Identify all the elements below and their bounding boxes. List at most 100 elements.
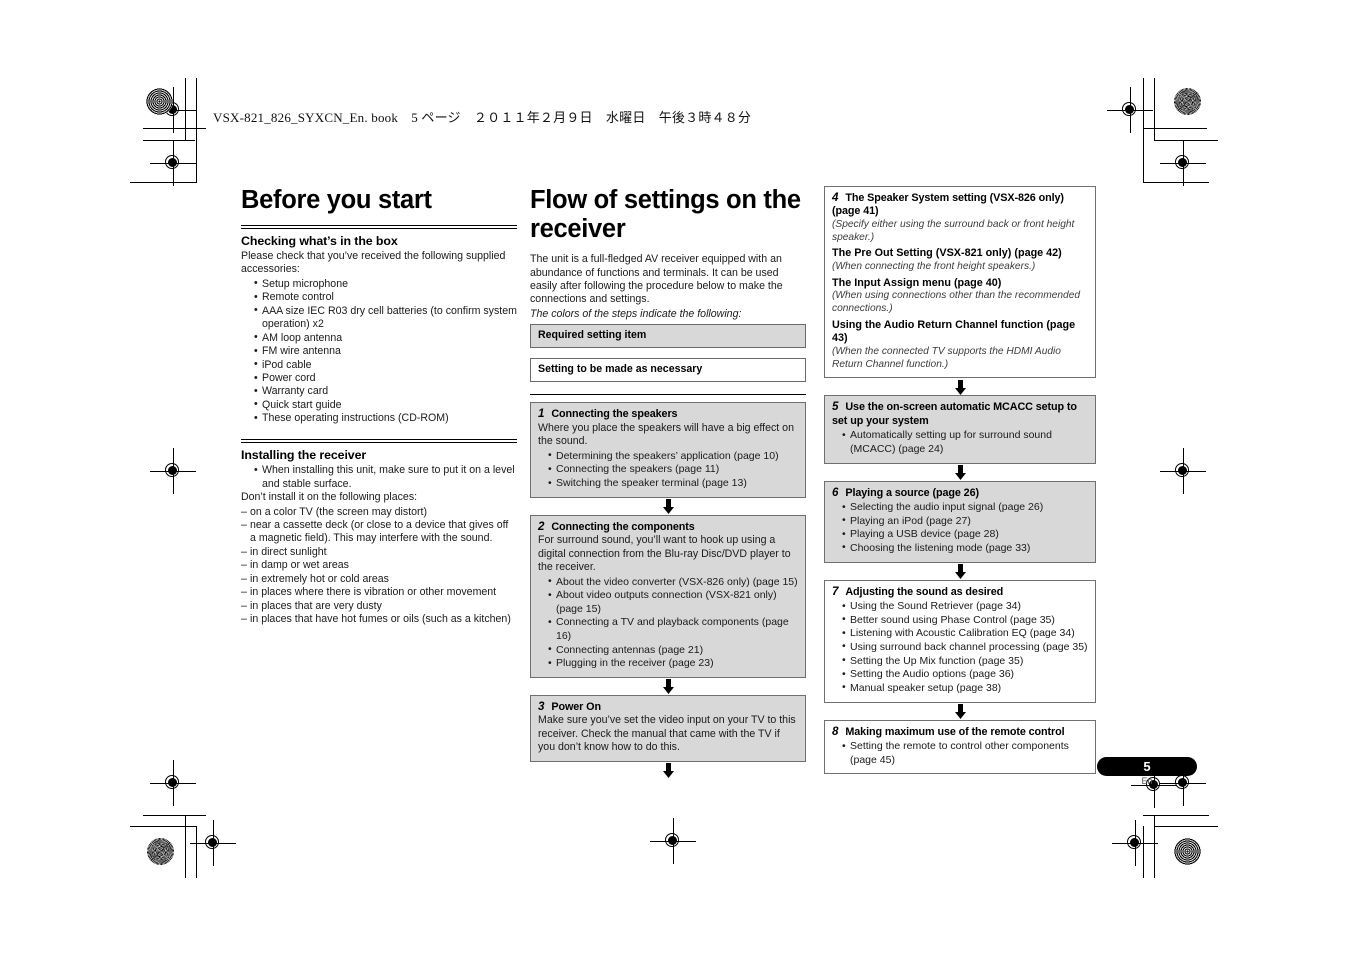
list-item: Playing an iPod (page 27)	[842, 514, 1088, 529]
list-item: in direct sunlight	[241, 546, 517, 560]
list-item: Manual speaker setup (page 38)	[842, 681, 1088, 696]
step-4-sub-1-heading: The Pre Out Setting (VSX-821 only) (page…	[832, 247, 1062, 260]
step-8-list: Setting the remote to control other comp…	[832, 740, 1088, 767]
step-number: 1	[538, 407, 545, 421]
step-box-3: 3 Power On Make sure you’ve set the video…	[530, 695, 806, 762]
list-item: FM wire antenna	[254, 345, 517, 359]
list-item: in extremely hot or cold areas	[241, 573, 517, 587]
step-1-heading: 1 Connecting the speakers	[538, 407, 798, 421]
step-number: 8	[832, 724, 839, 738]
list-item: Automatically setting up for surround so…	[842, 429, 1088, 456]
list-item: Using surround back channel processing (…	[842, 640, 1088, 655]
list-item: These operating instructions (CD-ROM)	[254, 412, 517, 426]
step-2-heading: 2 Connecting the components	[538, 520, 798, 534]
step-title: The Speaker System setting (VSX-826 only…	[832, 192, 1064, 218]
step-box-2: 2 Connecting the components For surround …	[530, 514, 806, 678]
list-item: Using the Sound Retriever (page 34)	[842, 600, 1088, 614]
list-item: Determining the speakers’ application (p…	[548, 449, 798, 464]
list-item: Setting the remote to control other comp…	[842, 740, 1088, 767]
step-6-heading: 6 Playing a source (page 26)	[832, 486, 1088, 500]
list-item: Connecting antennas (page 21)	[548, 643, 798, 658]
list-item: Setting the Up Mix function (page 35)	[842, 654, 1088, 669]
step-title: Playing a source (page 26)	[845, 486, 979, 499]
list-item: Remote control	[254, 291, 517, 305]
page-language-label: En	[1141, 776, 1153, 786]
section-divider	[241, 224, 517, 229]
step-3-text: Make sure you’ve set the video input on …	[538, 714, 796, 754]
step-4-sub-3-note: (When the connected TV supports the HDMI…	[832, 345, 1061, 370]
list-item: About video outputs connection (VSX-821 …	[548, 589, 798, 616]
step-box-5: 5 Use the on-screen automatic MCACC setup…	[824, 395, 1096, 464]
list-item: AM loop antenna	[254, 331, 517, 345]
list-item: Better sound using Phase Control (page 3…	[842, 613, 1088, 628]
step-3-heading: 3 Power On	[538, 700, 798, 714]
heading-checking-box: Checking what’s in the box	[241, 233, 398, 248]
legend-optional-setting: Setting to be made as necessary	[530, 358, 806, 383]
list-item: Switching the speaker terminal (page 13)	[548, 477, 798, 491]
step-4-heading: 4 The Speaker System setting (VSX-826 onl…	[832, 191, 1088, 219]
legend-intro: The colors of the steps indicate the fol…	[530, 307, 742, 320]
flow-arrow-down-icon	[824, 464, 1096, 481]
step-number: 4	[832, 191, 839, 204]
list-item: on a color TV (the screen may distort)	[241, 506, 517, 520]
step-2-text: For surround sound, you’ll want to hook …	[538, 534, 791, 574]
step-title: Making maximum use of the remote control	[845, 725, 1065, 738]
checking-box-intro: Please check that you’ve received the fo…	[241, 249, 506, 276]
step-number: 6	[832, 485, 839, 499]
step-box-6: 6 Playing a source (page 26) Selecting th…	[824, 480, 1096, 563]
step-number: 2	[538, 519, 545, 533]
middle-column: Flow of settings on the receiver The uni…	[530, 186, 806, 779]
list-item: About the video converter (VSX-826 only)…	[548, 575, 798, 590]
flow-arrow-down-icon	[530, 498, 806, 515]
step-4-note: (Specify either using the surround back …	[832, 218, 1075, 243]
list-item: AAA size IEC R03 dry cell batteries (to …	[254, 304, 517, 332]
step-box-7: 7 Adjusting the sound as desired Using th…	[824, 579, 1096, 703]
step-title: Connecting the components	[551, 520, 695, 533]
heading-installing-receiver: Installing the receiver	[241, 448, 367, 463]
step-number: 7	[832, 584, 839, 598]
step-1-list: Determining the speakers’ application (p…	[538, 449, 798, 491]
list-item: Warranty card	[254, 385, 517, 399]
flow-arrow-down-icon	[824, 703, 1096, 720]
flow-arrow-down-icon	[824, 563, 1096, 580]
list-item: Plugging in the receiver (page 23)	[548, 657, 798, 671]
step-2-list: About the video converter (VSX-826 only)…	[538, 575, 798, 671]
list-item: in places where there is vibration or ot…	[241, 586, 517, 600]
right-column: 4 The Speaker System setting (VSX-826 onl…	[824, 186, 1096, 775]
step-1-text: Where you place the speakers will have a…	[538, 421, 794, 448]
step-7-list: Using the Sound Retriever (page 34) Bett…	[832, 600, 1088, 695]
step-4-sub-1-note: (When connecting the front height speake…	[832, 260, 1036, 272]
step-4-sub-3-heading: Using the Audio Return Channel function …	[832, 318, 1076, 345]
step-box-1: 1 Connecting the speakers Where you place…	[530, 402, 806, 498]
flow-arrow-down-icon	[530, 762, 806, 779]
step-5-heading: 5 Use the on-screen automatic MCACC setup…	[832, 400, 1088, 428]
checking-box-list: Setup microphone Remote control AAA size…	[241, 277, 517, 426]
step-4-sub-2-note: (When using connections other than the r…	[832, 290, 1081, 314]
installing-bullet-list: When installing this unit, make sure to …	[241, 464, 517, 491]
step-title: Connecting the speakers	[551, 408, 678, 421]
installing-avoid-list: on a color TV (the screen may distort) n…	[241, 506, 517, 628]
flow-intro: The unit is a full-fledged AV receiver e…	[530, 253, 783, 306]
page-title-flow-of-settings: Flow of settings on the receiver	[530, 186, 801, 243]
step-title: Power On	[551, 701, 601, 713]
list-item: Quick start guide	[254, 398, 517, 412]
list-item: Connecting the speakers (page 11)	[548, 463, 798, 477]
flow-arrow-down-icon	[530, 678, 806, 695]
legend-required-setting: Required setting item	[530, 324, 806, 349]
section-divider	[241, 438, 517, 444]
step-number: 3	[538, 700, 545, 713]
installing-intro: Don’t install it on the following places…	[241, 491, 418, 504]
flow-arrow-down-icon	[824, 378, 1096, 395]
step-title: Adjusting the sound as desired	[845, 585, 1004, 598]
list-item: Selecting the audio input signal (page 2…	[842, 501, 1088, 515]
page-content: Before you start Checking what’s in the …	[0, 0, 1350, 954]
list-item: near a cassette deck (or close to a devi…	[241, 519, 517, 546]
step-7-heading: 7 Adjusting the sound as desired	[832, 585, 1088, 599]
list-item: Setup microphone	[254, 277, 517, 291]
step-box-8: 8 Making maximum use of the remote contro…	[824, 719, 1096, 775]
list-item: When installing this unit, make sure to …	[254, 464, 517, 491]
list-item: Setting the Audio options (page 36)	[842, 668, 1088, 682]
step-6-list: Selecting the audio input signal (page 2…	[832, 501, 1088, 556]
list-item: Playing a USB device (page 28)	[842, 528, 1088, 542]
